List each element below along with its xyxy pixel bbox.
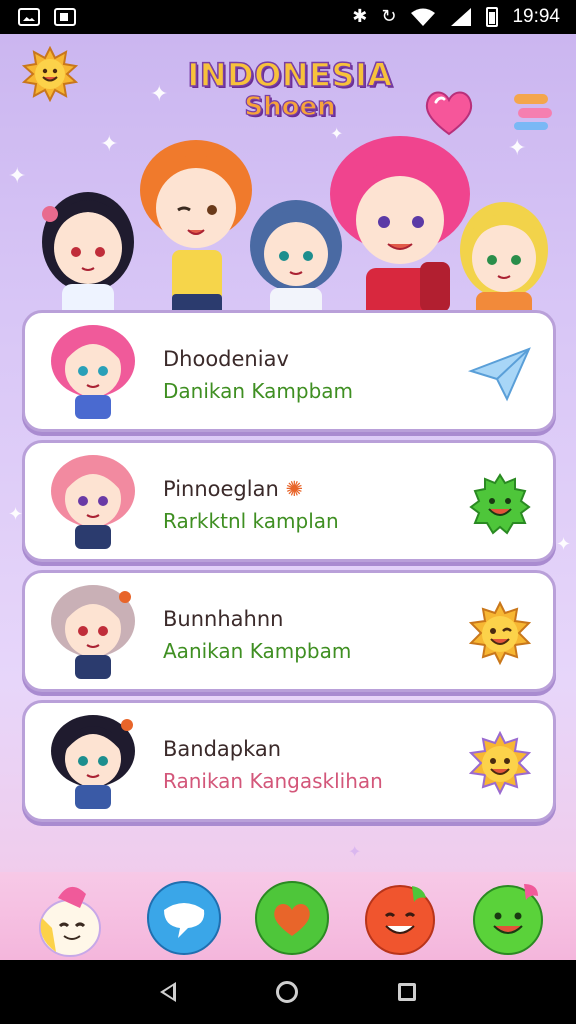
mascot-icon[interactable] <box>30 878 110 958</box>
character-black-hair <box>42 192 134 322</box>
sync-icon: ↻ <box>381 6 397 27</box>
vibrate-icon: ✱ <box>352 6 368 27</box>
chat-bubble-icon[interactable] <box>144 878 224 958</box>
character-blonde-hair <box>460 202 548 322</box>
header: INDONESIA Shoen <box>0 34 576 136</box>
green-heart-icon[interactable] <box>252 878 332 958</box>
sparkle-icon: ✦ <box>348 842 362 861</box>
card-subtitle: Rarkktnl kamplan <box>163 509 339 533</box>
card-subtitle: Ranikan Kangasklihan <box>163 769 383 793</box>
recent-apps-icon[interactable] <box>398 983 416 1001</box>
signal-icon <box>451 8 472 26</box>
card-name: Pinnoeglan ✺ <box>163 477 304 501</box>
list-card[interactable]: Bandapkan Ranikan Kangasklihan <box>22 700 556 822</box>
bottom-dock <box>0 872 576 960</box>
app-title: INDONESIA Shoen <box>160 55 420 122</box>
paper-plane-icon[interactable] <box>467 341 533 407</box>
pumpkin-icon: ✺ <box>285 477 304 501</box>
sun-icon[interactable] <box>22 46 78 102</box>
gallery-notification-icon <box>18 8 40 26</box>
winking-sun-icon[interactable] <box>467 601 533 667</box>
list-card[interactable]: Bunnhahnn Aanikan Kampbam <box>22 570 556 692</box>
back-icon[interactable] <box>160 982 176 1002</box>
navigation-bar <box>0 960 576 1024</box>
clock: 19:94 <box>512 6 560 27</box>
status-left <box>18 8 76 26</box>
tomato-face-icon[interactable] <box>360 878 440 958</box>
green-face-icon[interactable] <box>468 878 548 958</box>
sparkle-icon: ✦ <box>556 534 572 555</box>
list-card[interactable]: Pinnoeglan ✺ Rarkktnl kamplan <box>22 440 556 562</box>
card-name: Bunnhahnn <box>163 607 284 631</box>
sparkle-icon: ✦ <box>8 504 24 525</box>
battery-icon <box>486 7 499 27</box>
card-subtitle: Aanikan Kampbam <box>163 639 352 663</box>
character-blue-hair <box>250 200 342 322</box>
card-subtitle: Danikan Kampbam <box>163 379 354 403</box>
app-screen: ✦ ✦ ✦ ✦ ✦ ✦ ✦ ✦ INDONESIA Shoen Dhoodeni… <box>0 34 576 960</box>
app-notification-icon <box>54 8 76 26</box>
status-right: ✱ ↻ 19:94 <box>352 6 560 28</box>
avatar <box>51 455 135 549</box>
wifi-icon <box>411 8 436 26</box>
avatar <box>51 325 135 419</box>
character-pink-hair <box>330 136 470 322</box>
smiling-sun-icon[interactable] <box>467 731 533 797</box>
green-slime-icon[interactable] <box>467 471 533 537</box>
title-line2: Shoen <box>244 91 336 122</box>
avatar <box>51 585 135 679</box>
status-bar: ✱ ↻ 19:94 <box>0 0 576 34</box>
character-banner <box>42 136 548 322</box>
avatar <box>51 715 135 809</box>
character-orange-hair <box>140 140 252 314</box>
list-card[interactable]: Dhoodeniav Danikan Kampbam <box>22 310 556 432</box>
title-line1: INDONESIA <box>187 55 393 95</box>
card-name: Bandapkan <box>163 737 282 761</box>
home-icon[interactable] <box>276 981 298 1003</box>
card-name: Dhoodeniav <box>163 347 289 371</box>
